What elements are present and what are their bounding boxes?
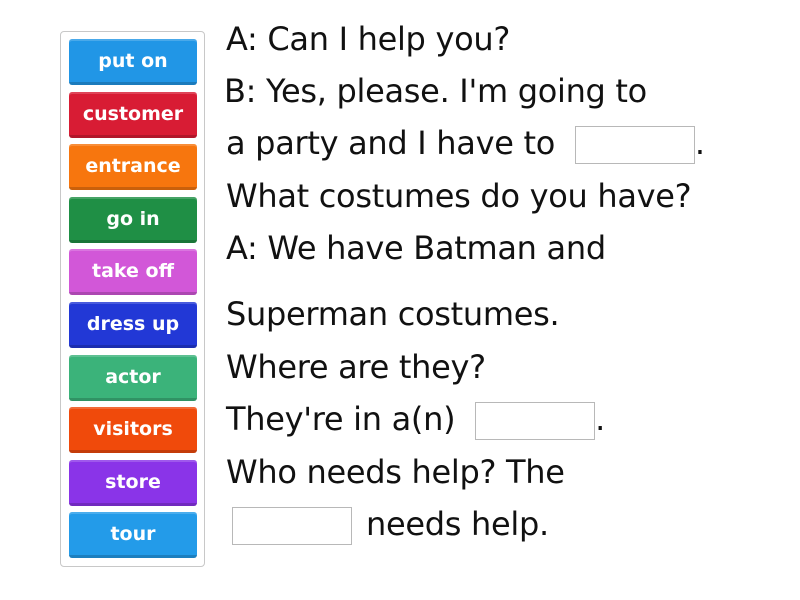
word-tile-take-off[interactable]: take off [69,249,197,295]
answer-blank-2[interactable] [475,402,596,440]
word-tile-entrance[interactable]: entrance [69,144,197,190]
dialogue-line: What costumes do you have? [226,177,692,215]
word-tile-visitors[interactable]: visitors [69,407,197,453]
line-text: . [595,400,606,438]
word-tile-store[interactable]: store [69,460,197,506]
line-text: a party and I have to [226,124,556,162]
dialogue-line: B: Yes, please. I'm going to [224,72,647,110]
answer-blank-3[interactable] [232,507,352,545]
dialogue-line: Where are they? [226,348,486,386]
dialogue-line: They're in a(n) . [226,400,605,440]
dialogue-line: a party and I have to . [226,124,705,164]
word-tile-dress-up[interactable]: dress up [69,302,197,348]
dialogue-line: Superman costumes. [226,295,560,333]
dialogue-line: Who needs help? The [226,453,565,491]
word-tile-actor[interactable]: actor [69,355,197,401]
line-text: They're in a(n) [226,400,456,438]
dialogue-line: A: Can I help you? [226,20,511,58]
line-text: needs help. [366,505,549,543]
line-text: . [694,124,705,162]
word-tile-customer[interactable]: customer [69,92,197,138]
word-tile-tour[interactable]: tour [69,512,197,558]
answer-blank-1[interactable] [574,126,695,164]
dialogue-line: needs help. [232,505,549,545]
word-tile-go-in[interactable]: go in [69,197,197,243]
dialogue-line: A: We have Batman and [226,229,606,267]
word-tile-put-on[interactable]: put on [69,39,197,85]
word-bank-panel: put on customer entrance go in take off … [60,31,205,567]
